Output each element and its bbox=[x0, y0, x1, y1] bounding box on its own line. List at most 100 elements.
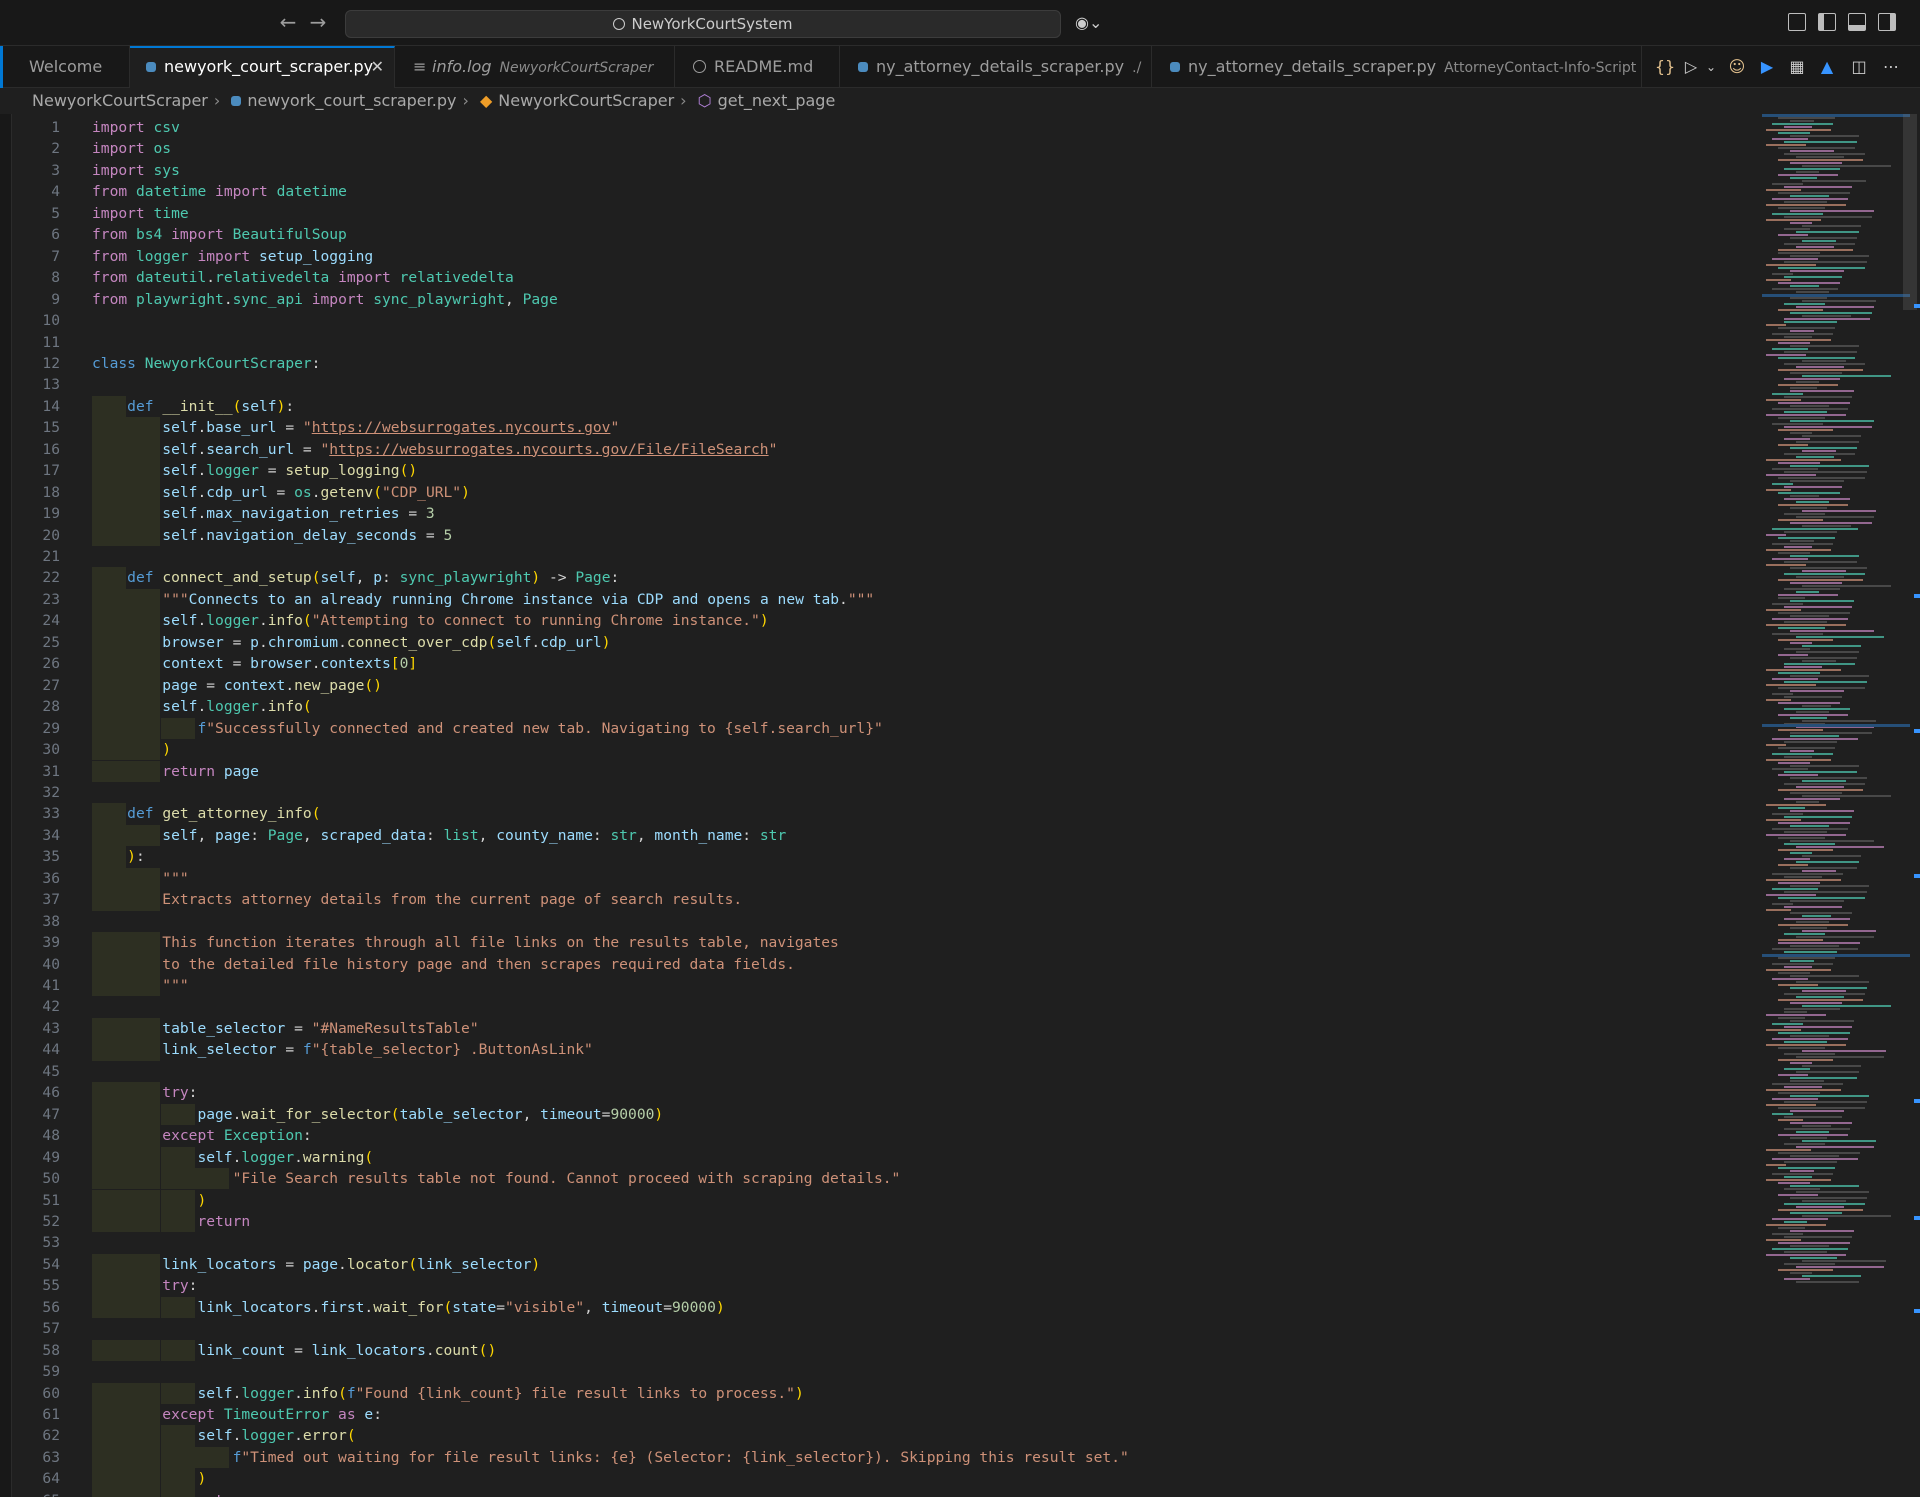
code-line[interactable]: 52 return bbox=[0, 1210, 1760, 1233]
code-line[interactable]: 40 to the detailed file history page and… bbox=[0, 953, 1760, 975]
preview-icon[interactable]: ▶ bbox=[1756, 56, 1778, 78]
command-center-search[interactable]: NewYorkCourtSystem bbox=[345, 10, 1061, 38]
code-line[interactable]: 62 self.logger.error( bbox=[0, 1425, 1760, 1447]
code-line[interactable]: 54 link_locators = page.locator(link_sel… bbox=[0, 1253, 1760, 1276]
code-line[interactable]: 43 table_selector = "#NameResultsTable" bbox=[0, 1017, 1760, 1040]
toggle-secondary-sidebar-icon[interactable] bbox=[1878, 13, 1896, 31]
vertical-scrollbar[interactable] bbox=[1903, 114, 1917, 310]
code-line[interactable]: 4 from datetime import datetime bbox=[0, 181, 1760, 202]
code-line[interactable]: 2 import os bbox=[0, 138, 1760, 159]
code-line[interactable]: 64 ) bbox=[0, 1468, 1760, 1490]
code-line[interactable]: 46 try: bbox=[0, 1082, 1760, 1104]
code-line[interactable]: 51 ) bbox=[0, 1189, 1760, 1211]
log-file-icon: ≡ bbox=[413, 57, 427, 76]
code-line[interactable]: 31 return page bbox=[0, 760, 1760, 782]
copilot-icon[interactable]: ◉⌄ bbox=[1075, 11, 1115, 35]
run-icon[interactable]: ▷ bbox=[1680, 56, 1702, 78]
code-line[interactable]: 25 browser = p.chromium.connect_over_cdp… bbox=[0, 631, 1760, 654]
code-line[interactable]: 10 bbox=[0, 310, 1760, 331]
code-line[interactable]: 41 """ bbox=[0, 975, 1760, 997]
code-line[interactable]: 55 try: bbox=[0, 1275, 1760, 1297]
code-line[interactable]: 37 Extracts attorney details from the cu… bbox=[0, 889, 1760, 911]
arrow-left-icon[interactable]: ← bbox=[276, 10, 300, 34]
code-line[interactable]: 13 bbox=[0, 374, 1760, 395]
arrow-right-icon[interactable]: → bbox=[306, 10, 330, 34]
customize-layout-icon[interactable] bbox=[1788, 13, 1806, 31]
code-line[interactable]: 49 self.logger.warning( bbox=[0, 1146, 1760, 1169]
copilot-edits-icon[interactable]: ☺ bbox=[1726, 56, 1748, 78]
code-line[interactable]: 17 self.logger = setup_logging() bbox=[0, 460, 1760, 482]
code-line[interactable]: 53 bbox=[0, 1232, 1760, 1253]
tab-ny-attorney-details-local[interactable]: ny_attorney_details_scraper.py ./ bbox=[840, 46, 1152, 88]
code-line[interactable]: 16 self.search_url = "https://websurroga… bbox=[0, 438, 1760, 461]
breadcrumb-file[interactable]: newyork_court_scraper.py bbox=[247, 91, 456, 110]
code-line[interactable]: 33 def get_attorney_info( bbox=[0, 803, 1760, 825]
code-editor[interactable]: 1 import csv 2 import os 3 import sys 4 from da… bbox=[0, 114, 1920, 1497]
breadcrumb-class[interactable]: NewyorkCourtScraper bbox=[498, 91, 674, 110]
breadcrumb-folder[interactable]: NewyorkCourtScraper bbox=[32, 91, 208, 110]
tab-ny-attorney-details-script[interactable]: ny_attorney_details_scraper.py AttorneyCo… bbox=[1152, 46, 1642, 88]
code-line[interactable]: 18 self.cdp_url = os.getenv("CDP_URL") bbox=[0, 481, 1760, 504]
code-line[interactable]: 30 ) bbox=[0, 739, 1760, 761]
code-line[interactable]: 26 context = browser.contexts[0] bbox=[0, 653, 1760, 675]
code-line[interactable]: 11 bbox=[0, 332, 1760, 353]
code-line[interactable]: 14 def __init__(self): bbox=[0, 395, 1760, 418]
code-line[interactable]: 44 link_selector = f"{table_selector} .B… bbox=[0, 1039, 1760, 1061]
code-line[interactable]: 39 This function iterates through all fi… bbox=[0, 932, 1760, 954]
code-line[interactable]: 58 link_count = link_locators.count() bbox=[0, 1339, 1760, 1362]
code-line[interactable]: 15 self.base_url = "https://websurrogate… bbox=[0, 417, 1760, 439]
code-line[interactable]: 24 self.logger.info("Attempting to conne… bbox=[0, 610, 1760, 632]
code-line[interactable]: 47 page.wait_for_selector(table_selector… bbox=[0, 1103, 1760, 1126]
code-line[interactable]: 20 self.navigation_delay_seconds = 5 bbox=[0, 524, 1760, 546]
code-line[interactable]: 61 except TimeoutError as e: bbox=[0, 1404, 1760, 1426]
code-line[interactable]: 57 bbox=[0, 1318, 1760, 1339]
code-line[interactable]: 56 link_locators.first.wait_for(state="v… bbox=[0, 1296, 1760, 1319]
code-line[interactable]: 38 bbox=[0, 911, 1760, 932]
code-line[interactable]: 35 ): bbox=[0, 846, 1760, 868]
code-line[interactable]: 59 bbox=[0, 1361, 1760, 1382]
code-line[interactable]: 19 self.max_navigation_retries = 3 bbox=[0, 503, 1760, 525]
minimap[interactable] bbox=[1762, 114, 1916, 1497]
line-number: 65 bbox=[12, 1490, 60, 1497]
debug-icon[interactable]: ▲ bbox=[1816, 56, 1838, 78]
toggle-panel-icon[interactable] bbox=[1848, 13, 1866, 31]
code-line[interactable]: 5 import time bbox=[0, 203, 1760, 224]
tab-welcome[interactable]: Welcome bbox=[0, 46, 130, 88]
code-line[interactable]: 3 import sys bbox=[0, 160, 1760, 181]
breadcrumb-method[interactable]: get_next_page bbox=[718, 91, 836, 110]
code-line[interactable]: 65 return bbox=[0, 1489, 1760, 1497]
code-line[interactable]: 48 except Exception: bbox=[0, 1125, 1760, 1147]
more-actions-icon[interactable]: ⋯ bbox=[1880, 56, 1902, 78]
code-text: This function iterates through all file … bbox=[92, 934, 839, 952]
chevron-down-icon[interactable]: ⌄ bbox=[1700, 56, 1722, 78]
code-line[interactable]: 7 from logger import setup_logging bbox=[0, 246, 1760, 267]
line-number: 17 bbox=[42, 462, 60, 480]
open-changes-icon[interactable]: ▦ bbox=[1786, 56, 1808, 78]
code-line[interactable]: 8 from dateutil.relativedelta import rela… bbox=[0, 267, 1760, 288]
code-line[interactable]: 1 import csv bbox=[0, 117, 1760, 138]
code-line[interactable]: 63 f"Timed out waiting for file result l… bbox=[0, 1446, 1760, 1469]
toggle-primary-sidebar-icon[interactable] bbox=[1818, 13, 1836, 31]
code-line[interactable]: 28 self.logger.info( bbox=[0, 696, 1760, 718]
code-line[interactable]: 42 bbox=[0, 996, 1760, 1017]
code-line[interactable]: 32 bbox=[0, 782, 1760, 803]
tab-info-log[interactable]: ≡ info.log NewyorkCourtScraper bbox=[395, 46, 675, 88]
close-icon[interactable]: ✕ bbox=[371, 48, 384, 86]
code-line[interactable]: 60 self.logger.info(f"Found {link_count}… bbox=[0, 1382, 1760, 1404]
code-line[interactable]: 21 bbox=[0, 546, 1760, 567]
tab-newyork-court-scraper[interactable]: newyork_court_scraper.py ✕ bbox=[130, 46, 395, 88]
code-line[interactable]: 9 from playwright.sync_api import sync_pl… bbox=[0, 289, 1760, 310]
code-line[interactable]: 36 """ bbox=[0, 867, 1760, 890]
code-line[interactable]: 34 self, page: Page, scraped_data: list,… bbox=[0, 824, 1760, 847]
code-line[interactable]: 23 """Connects to an already running Chr… bbox=[0, 588, 1760, 611]
code-line[interactable]: 45 bbox=[0, 1061, 1760, 1082]
split-editor-icon[interactable]: ◫ bbox=[1848, 56, 1870, 78]
code-line[interactable]: 6 from bs4 import BeautifulSoup bbox=[0, 224, 1760, 245]
code-line[interactable]: 29 f"Successfully connected and created … bbox=[0, 717, 1760, 740]
code-line[interactable]: 50 "File Search results table not found.… bbox=[0, 1168, 1760, 1190]
braces-icon[interactable]: {} bbox=[1654, 56, 1676, 78]
code-line[interactable]: 12 class NewyorkCourtScraper: bbox=[0, 353, 1760, 374]
code-line[interactable]: 27 page = context.new_page() bbox=[0, 674, 1760, 697]
tab-readme[interactable]: README.md bbox=[675, 46, 840, 88]
code-line[interactable]: 22 def connect_and_setup(self, p: sync_p… bbox=[0, 567, 1760, 589]
